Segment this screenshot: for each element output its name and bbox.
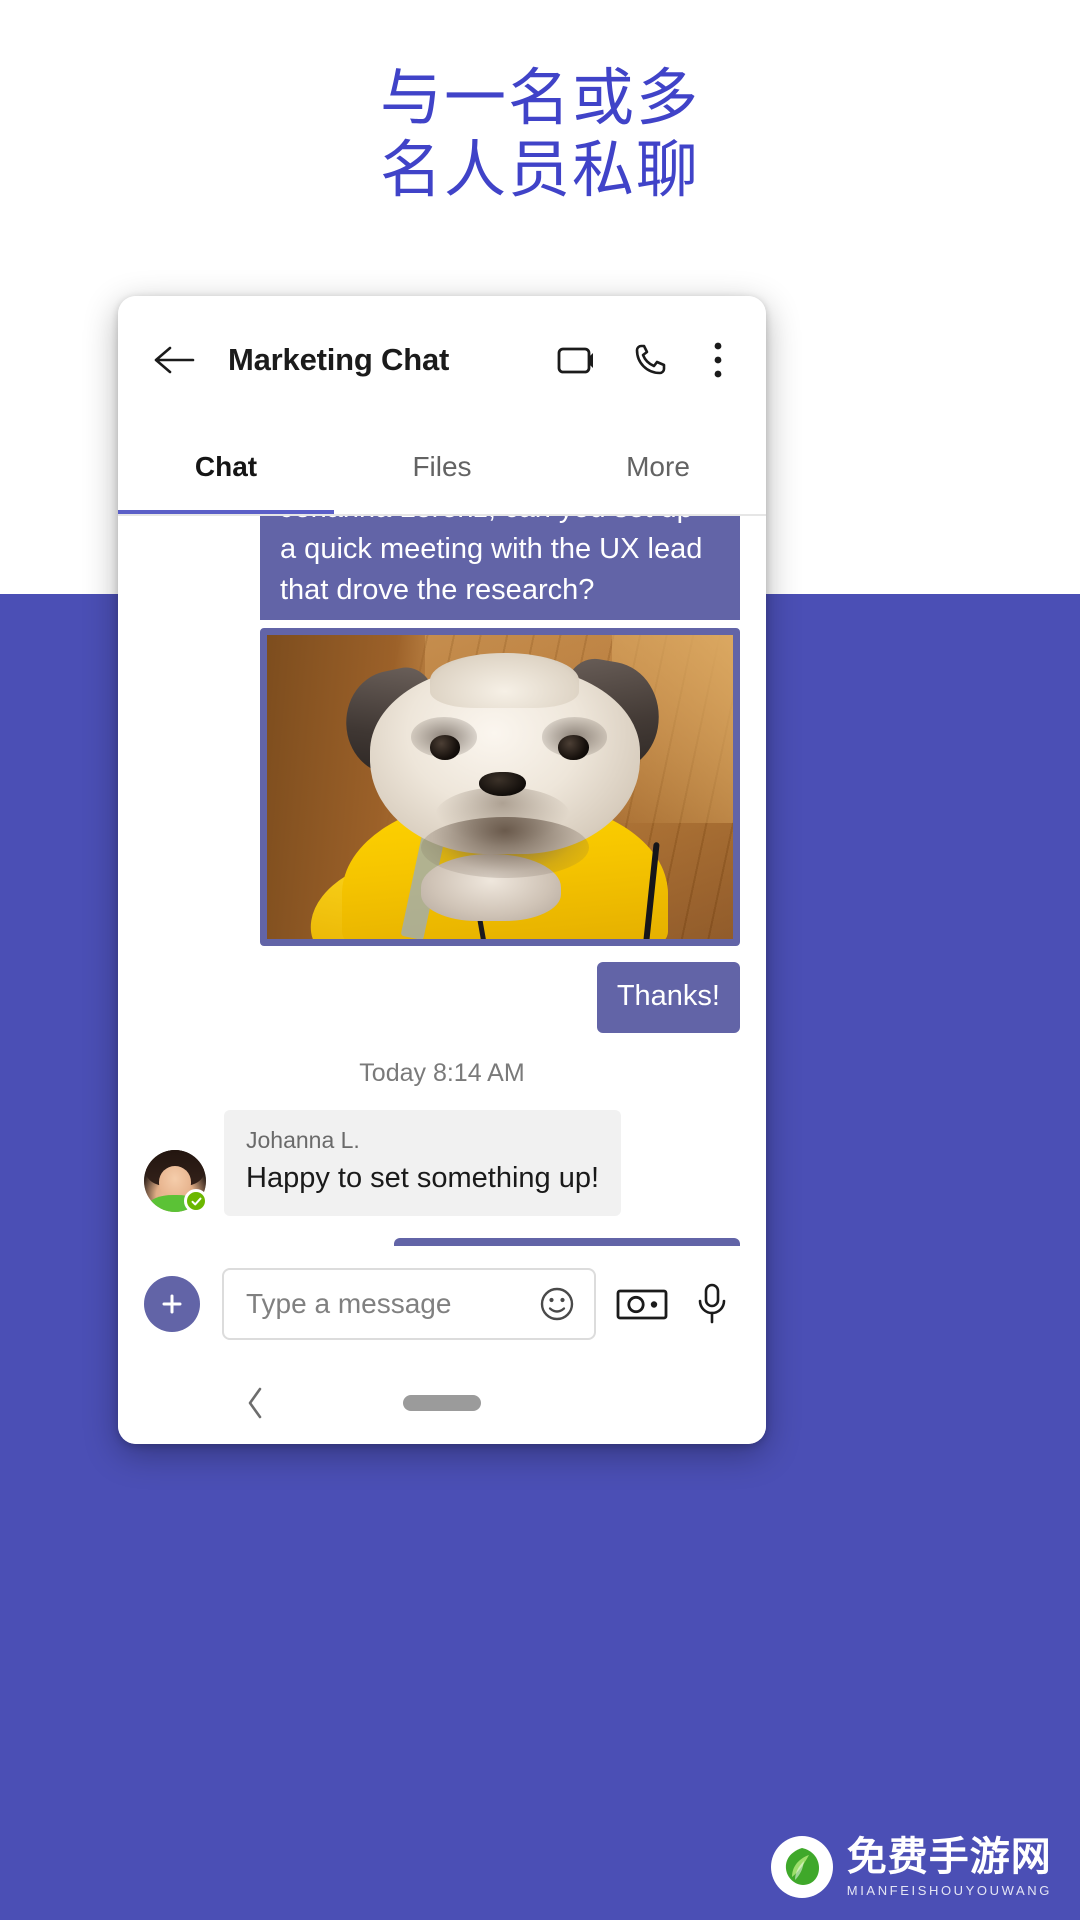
- tab-files[interactable]: Files: [334, 424, 550, 516]
- photo-thumbnail[interactable]: [260, 628, 740, 946]
- overflow-menu-icon: [714, 342, 722, 378]
- camera-button[interactable]: [612, 1284, 672, 1324]
- tab-more-label: More: [626, 451, 690, 482]
- tab-bar: Chat Files More: [118, 424, 766, 516]
- message-bubble-incoming[interactable]: Johanna L. Happy to set something up!: [144, 1110, 740, 1216]
- headline-line-2: 名人员私聊: [379, 133, 700, 206]
- check-icon: [191, 1197, 201, 1205]
- overflow-menu-button[interactable]: [698, 332, 738, 388]
- watermark: 免费手游网 MIANFEISHOUYOUWANG: [770, 1836, 1052, 1898]
- headline-line-1: 与一名或多: [379, 61, 700, 134]
- bubble-body: Johanna Lorenz, can you set up a quick m…: [260, 516, 740, 620]
- message-input[interactable]: Type a message: [222, 1268, 596, 1340]
- watermark-subtitle: MIANFEISHOUYOUWANG: [846, 1883, 1052, 1898]
- arrow-left-icon: [154, 346, 195, 374]
- leaf-logo-glyph: [776, 1842, 827, 1892]
- system-nav-bar: [118, 1362, 766, 1444]
- tab-chat[interactable]: Chat: [118, 424, 334, 516]
- emoji-button[interactable]: [534, 1281, 580, 1327]
- message-list[interactable]: Johanna Lorenz, can you set up a quick m…: [118, 516, 766, 1246]
- message-sender: Johanna L.: [246, 1127, 360, 1153]
- smiley-icon: [540, 1287, 574, 1321]
- bubble-body: This is great stuff, guys!: [394, 1238, 740, 1246]
- bubble-body: Johanna L. Happy to set something up!: [224, 1110, 622, 1216]
- tab-more[interactable]: More: [550, 424, 766, 516]
- photo-dog-eye-right: [558, 735, 589, 760]
- message-bubble-outgoing-thanks[interactable]: Thanks!: [144, 962, 740, 1033]
- avatar[interactable]: [144, 1150, 208, 1213]
- chevron-left-icon: [248, 1387, 262, 1419]
- message-bubble-outgoing-clipped[interactable]: Johanna Lorenz, can you set up a quick m…: [144, 516, 740, 620]
- message-line-3: that drove the research?: [280, 574, 595, 606]
- system-home-indicator[interactable]: [403, 1395, 481, 1411]
- phone-icon: [635, 344, 666, 375]
- phone-mockup: Marketing Chat Chat Files More a quick m…: [118, 296, 766, 1444]
- photo-dog-nose: [479, 771, 526, 797]
- message-input-placeholder: Type a message: [246, 1288, 452, 1319]
- photo-dog-beard: [420, 817, 589, 879]
- watermark-text: 免费手游网 MIANFEISHOUYOUWANG: [847, 1837, 1052, 1897]
- message-bubble-outgoing-last[interactable]: This is great stuff, guys!: [144, 1238, 740, 1246]
- compose-bar: Type a message: [118, 1246, 766, 1362]
- app-bar: Marketing Chat: [118, 296, 766, 424]
- status-badge: [184, 1189, 208, 1213]
- tab-files-label: Files: [412, 451, 472, 482]
- microphone-button[interactable]: [684, 1282, 740, 1326]
- microphone-icon: [698, 1283, 726, 1324]
- photo-dog-topknot: [430, 653, 580, 708]
- video-call-button[interactable]: [552, 332, 608, 388]
- page-title: Marketing Chat: [228, 342, 450, 377]
- page-headline: 与一名或多 名人员私聊: [0, 62, 1080, 206]
- message-line-1: Johanna Lorenz, can you set up: [280, 516, 720, 529]
- plus-icon: [162, 1294, 182, 1314]
- message-text: Happy to set something up!: [246, 1162, 600, 1194]
- system-back-button[interactable]: [236, 1383, 276, 1423]
- photo-dog-eye-left: [430, 735, 461, 760]
- video-camera-icon: [557, 347, 593, 374]
- bubble-body: Thanks!: [596, 962, 740, 1033]
- back-button[interactable]: [148, 334, 200, 386]
- camera-icon: [616, 1289, 668, 1320]
- add-attachment-button[interactable]: [144, 1276, 200, 1332]
- message-photo-outgoing[interactable]: [144, 628, 740, 946]
- message-line-2: a quick meeting with the UX lead: [280, 533, 703, 565]
- leaf-logo-icon: [770, 1836, 833, 1898]
- tab-chat-label: Chat: [194, 451, 258, 482]
- audio-call-button[interactable]: [622, 332, 678, 388]
- message-timestamp: Today 8:14 AM: [359, 1059, 525, 1087]
- watermark-title: 免费手游网: [846, 1834, 1052, 1880]
